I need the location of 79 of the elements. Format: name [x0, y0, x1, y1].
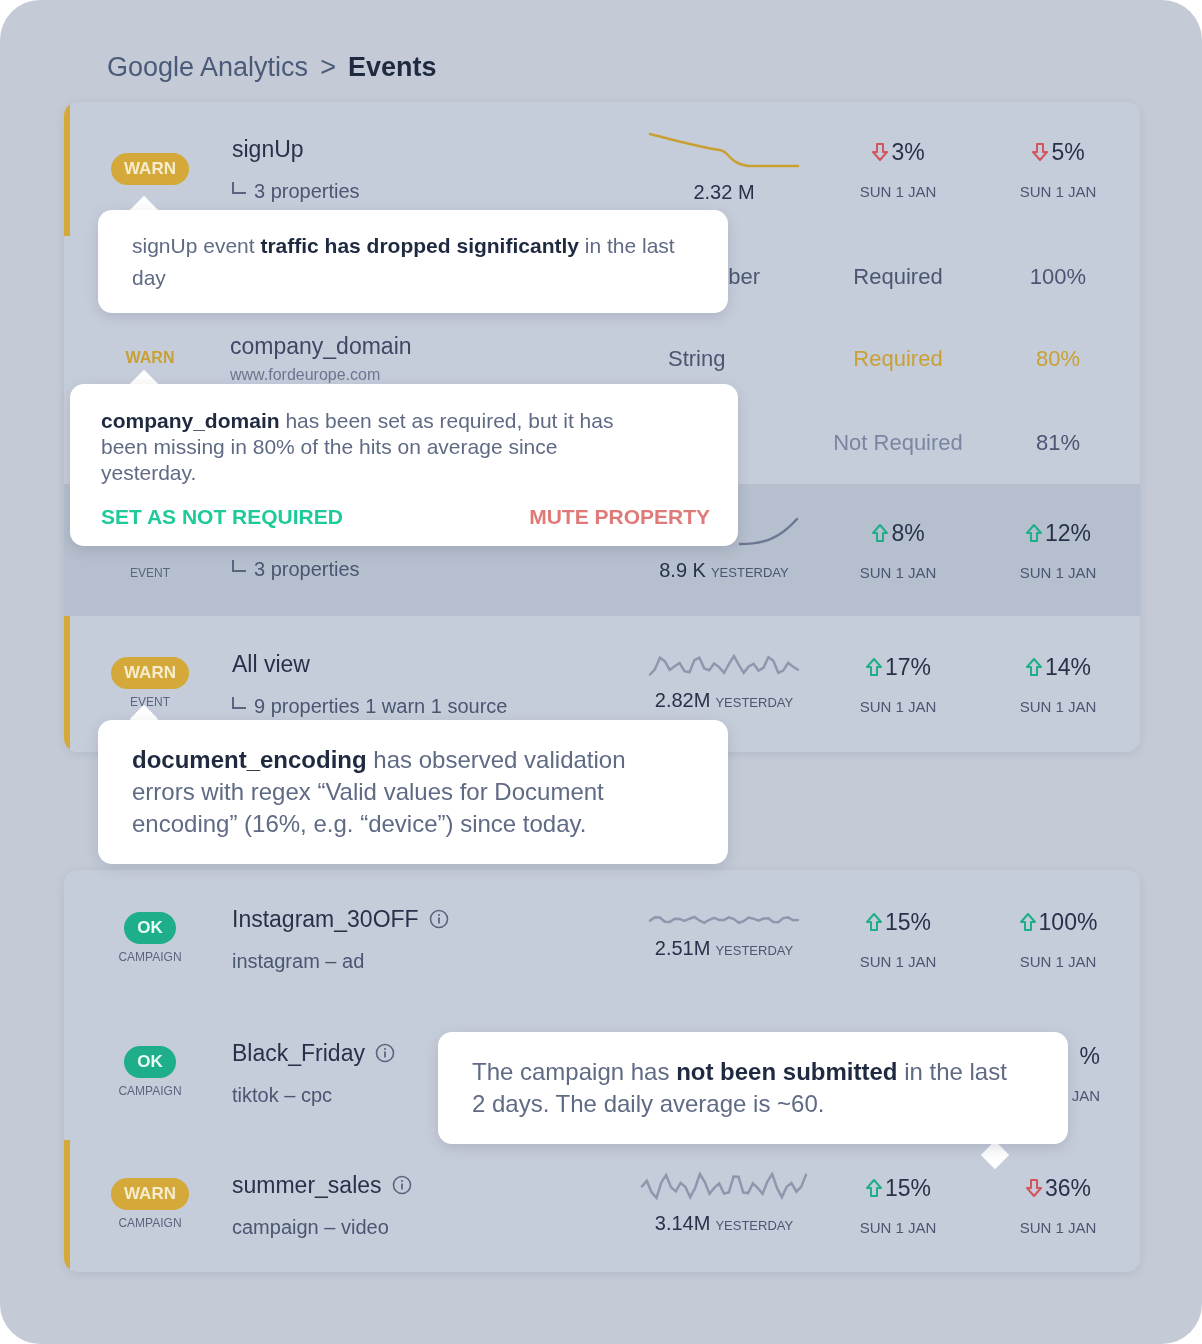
- change-value: 15%: [884, 907, 931, 937]
- change-value: 15%: [884, 1173, 931, 1203]
- date-label: SUN 1 JAN: [1019, 1218, 1097, 1238]
- status-badge: WARN: [111, 657, 189, 689]
- date-label: JAN: [1070, 1086, 1100, 1106]
- info-icon: [391, 1175, 412, 1195]
- requirement-label: Required: [853, 262, 943, 291]
- date-label: SUN 1 JAN: [859, 563, 937, 583]
- date-label: SUN 1 JAN: [859, 182, 937, 202]
- coverage-value: 80%: [1035, 344, 1080, 373]
- period-label: YESTERDAY: [715, 942, 794, 960]
- status-badge: OK: [124, 1046, 176, 1078]
- property-name: company_domain: [230, 331, 413, 361]
- property-type: String: [668, 344, 727, 373]
- change-value: 3%: [891, 137, 925, 167]
- warning-label: WARN: [125, 348, 175, 368]
- coverage-value: 100%: [1029, 262, 1087, 291]
- action-link[interactable]: SET AS NOT REQUIRED: [101, 504, 343, 530]
- type-label: CAMPAIGN: [118, 1215, 182, 1232]
- tooltip-text: signUp event traffic has dropped significantly in the last day: [132, 233, 676, 291]
- detail-text: campaign – video: [232, 1215, 389, 1241]
- status-badge: OK: [124, 912, 176, 944]
- type-label: CAMPAIGN: [118, 1083, 182, 1100]
- event-name: All view: [232, 649, 310, 679]
- page-title: Events: [347, 50, 437, 84]
- date-label: SUN 1 JAN: [1019, 182, 1097, 202]
- branch-icon: [232, 697, 246, 710]
- sparkline-chart: [738, 515, 800, 547]
- detail-text: instagram – ad: [232, 949, 365, 975]
- requirement-label: Not Required: [833, 428, 963, 457]
- action-link[interactable]: MUTE PROPERTY: [529, 504, 710, 530]
- type-label: CAMPAIGN: [118, 949, 182, 966]
- total-value: 2.32 M: [693, 180, 755, 205]
- period-label: YESTERDAY: [710, 563, 789, 582]
- change-value: 17%: [884, 652, 931, 682]
- property-source: www.fordeurope.com: [230, 365, 382, 386]
- period-label: YESTERDAY: [715, 1217, 794, 1235]
- date-label: SUN 1 JAN: [1019, 563, 1097, 583]
- tooltip-text: document_encoding has observed validation errors with regex “Valid values for Document encoding” (16%, e.g. “device”) since today.: [132, 745, 627, 839]
- breadcrumb-separator: >: [320, 50, 336, 84]
- breadcrumb-link[interactable]: Google Analytics: [107, 46, 309, 88]
- detail-text: tiktok – cpc: [232, 1083, 333, 1109]
- date-label: SUN 1 JAN: [1019, 952, 1097, 972]
- type-label: EVENT: [130, 694, 170, 711]
- tooltip-text: company_domain has been set as required, but it has been missing in 80% of the hits on average since yesterday.: [101, 408, 615, 486]
- change-value: 100%: [1038, 907, 1098, 937]
- info-icon: [374, 1043, 395, 1063]
- branch-icon: [232, 182, 246, 195]
- branch-icon: [232, 560, 246, 572]
- detail-text: 3 properties: [254, 557, 360, 582]
- change-value: 5%: [1051, 137, 1085, 167]
- change-value: 12%: [1044, 518, 1091, 548]
- change-value: 8%: [891, 518, 925, 548]
- total-value: 2.51M: [654, 936, 711, 961]
- period-label: YESTERDAY: [715, 693, 794, 712]
- tooltip-text: The campaign has not been submitted in the last 2 days. The daily average is ~60.: [472, 1057, 1008, 1119]
- status-badge: WARN: [111, 153, 189, 185]
- total-value: 8.9 K: [659, 557, 706, 583]
- requirement-label: Required: [853, 344, 943, 373]
- total-value: 2.82M: [654, 687, 711, 713]
- event-name: Black_Friday: [232, 1038, 365, 1068]
- type-label: EVENT: [130, 565, 170, 582]
- change-value: 14%: [1044, 652, 1091, 682]
- property-type: ber: [727, 262, 760, 291]
- total-value: 3.14M: [654, 1211, 711, 1236]
- event-name: signUp: [232, 134, 304, 164]
- date-label: SUN 1 JAN: [859, 1218, 937, 1238]
- detail-text: 3 properties: [254, 179, 360, 205]
- date-label: SUN 1 JAN: [859, 697, 937, 717]
- coverage-value: 81%: [1035, 428, 1080, 457]
- change-value: %: [1078, 1041, 1100, 1071]
- event-name: Instagram_30OFF: [232, 904, 419, 934]
- status-badge: WARN: [111, 1178, 189, 1210]
- date-label: SUN 1 JAN: [859, 952, 937, 972]
- event-name: summer_sales: [232, 1170, 382, 1200]
- info-icon: [428, 909, 449, 929]
- change-value: 36%: [1044, 1173, 1091, 1203]
- detail-text: 9 properties 1 warn 1 source: [254, 694, 508, 720]
- date-label: SUN 1 JAN: [1019, 697, 1097, 717]
